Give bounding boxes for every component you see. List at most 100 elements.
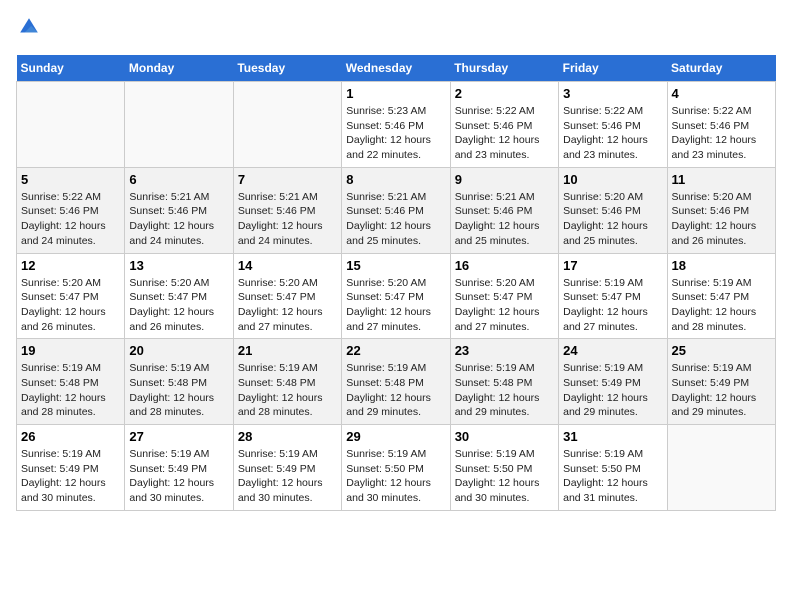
cell-info-text: Sunrise: 5:19 AM Sunset: 5:49 PM Dayligh… bbox=[129, 447, 228, 506]
cell-date-number: 3 bbox=[563, 86, 662, 101]
cell-date-number: 13 bbox=[129, 258, 228, 273]
cell-info-text: Sunrise: 5:20 AM Sunset: 5:47 PM Dayligh… bbox=[455, 276, 554, 335]
calendar-cell: 30 Sunrise: 5:19 AM Sunset: 5:50 PM Dayli… bbox=[450, 425, 558, 511]
calendar-cell: 16 Sunrise: 5:20 AM Sunset: 5:47 PM Dayli… bbox=[450, 253, 558, 339]
cell-info-text: Sunrise: 5:21 AM Sunset: 5:46 PM Dayligh… bbox=[346, 190, 445, 249]
header-day-wednesday: Wednesday bbox=[342, 55, 450, 82]
cell-date-number: 20 bbox=[129, 343, 228, 358]
calendar-cell: 9 Sunrise: 5:21 AM Sunset: 5:46 PM Daylig… bbox=[450, 167, 558, 253]
calendar-cell: 20Sunrise: 5:19 AM Sunset: 5:48 PM Dayli… bbox=[125, 339, 233, 425]
cell-info-text: Sunrise: 5:19 AM Sunset: 5:47 PM Dayligh… bbox=[563, 276, 662, 335]
cell-date-number: 27 bbox=[129, 429, 228, 444]
cell-info-text: Sunrise: 5:19 AM Sunset: 5:47 PM Dayligh… bbox=[672, 276, 771, 335]
cell-info-text: Sunrise: 5:22 AM Sunset: 5:46 PM Dayligh… bbox=[455, 104, 554, 163]
cell-date-number: 21 bbox=[238, 343, 337, 358]
calendar-cell: 15Sunrise: 5:20 AM Sunset: 5:47 PM Dayli… bbox=[342, 253, 450, 339]
cell-info-text: Sunrise: 5:19 AM Sunset: 5:48 PM Dayligh… bbox=[455, 361, 554, 420]
cell-date-number: 31 bbox=[563, 429, 662, 444]
calendar-cell: 29 Sunrise: 5:19 AM Sunset: 5:50 PM Dayli… bbox=[342, 425, 450, 511]
cell-date-number: 12 bbox=[21, 258, 120, 273]
cell-date-number: 6 bbox=[129, 172, 228, 187]
cell-date-number: 15 bbox=[346, 258, 445, 273]
cell-info-text: Sunrise: 5:20 AM Sunset: 5:47 PM Dayligh… bbox=[129, 276, 228, 335]
cell-info-text: Sunrise: 5:19 AM Sunset: 5:48 PM Dayligh… bbox=[346, 361, 445, 420]
calendar-header-row: SundayMondayTuesdayWednesdayThursdayFrid… bbox=[17, 55, 776, 82]
cell-info-text: Sunrise: 5:19 AM Sunset: 5:50 PM Dayligh… bbox=[346, 447, 445, 506]
cell-info-text: Sunrise: 5:21 AM Sunset: 5:46 PM Dayligh… bbox=[455, 190, 554, 249]
cell-info-text: Sunrise: 5:19 AM Sunset: 5:49 PM Dayligh… bbox=[21, 447, 120, 506]
cell-date-number: 19 bbox=[21, 343, 120, 358]
cell-date-number: 24 bbox=[563, 343, 662, 358]
calendar-cell: 7 Sunrise: 5:21 AM Sunset: 5:46 PM Daylig… bbox=[233, 167, 341, 253]
cell-date-number: 1 bbox=[346, 86, 445, 101]
calendar-week-5: 26 Sunrise: 5:19 AM Sunset: 5:49 PM Dayli… bbox=[17, 425, 776, 511]
cell-info-text: Sunrise: 5:23 AM Sunset: 5:46 PM Dayligh… bbox=[346, 104, 445, 163]
logo-icon bbox=[18, 16, 40, 38]
cell-info-text: Sunrise: 5:22 AM Sunset: 5:46 PM Dayligh… bbox=[21, 190, 120, 249]
cell-date-number: 18 bbox=[672, 258, 771, 273]
cell-date-number: 14 bbox=[238, 258, 337, 273]
cell-date-number: 23 bbox=[455, 343, 554, 358]
cell-info-text: Sunrise: 5:19 AM Sunset: 5:49 PM Dayligh… bbox=[563, 361, 662, 420]
header-day-thursday: Thursday bbox=[450, 55, 558, 82]
calendar-cell: 11 Sunrise: 5:20 AM Sunset: 5:46 PM Dayli… bbox=[667, 167, 775, 253]
calendar-cell: 13 Sunrise: 5:20 AM Sunset: 5:47 PM Dayli… bbox=[125, 253, 233, 339]
calendar-cell: 27 Sunrise: 5:19 AM Sunset: 5:49 PM Dayli… bbox=[125, 425, 233, 511]
calendar-cell: 14 Sunrise: 5:20 AM Sunset: 5:47 PM Dayli… bbox=[233, 253, 341, 339]
calendar-cell: 23 Sunrise: 5:19 AM Sunset: 5:48 PM Dayli… bbox=[450, 339, 558, 425]
calendar-table: SundayMondayTuesdayWednesdayThursdayFrid… bbox=[16, 55, 776, 511]
calendar-cell bbox=[233, 82, 341, 168]
cell-info-text: Sunrise: 5:20 AM Sunset: 5:47 PM Dayligh… bbox=[238, 276, 337, 335]
header-day-tuesday: Tuesday bbox=[233, 55, 341, 82]
calendar-cell: 28Sunrise: 5:19 AM Sunset: 5:49 PM Dayli… bbox=[233, 425, 341, 511]
cell-info-text: Sunrise: 5:19 AM Sunset: 5:50 PM Dayligh… bbox=[563, 447, 662, 506]
cell-date-number: 26 bbox=[21, 429, 120, 444]
cell-info-text: Sunrise: 5:19 AM Sunset: 5:50 PM Dayligh… bbox=[455, 447, 554, 506]
calendar-cell: 22Sunrise: 5:19 AM Sunset: 5:48 PM Dayli… bbox=[342, 339, 450, 425]
header-day-monday: Monday bbox=[125, 55, 233, 82]
cell-info-text: Sunrise: 5:20 AM Sunset: 5:46 PM Dayligh… bbox=[563, 190, 662, 249]
cell-date-number: 7 bbox=[238, 172, 337, 187]
calendar-week-4: 19 Sunrise: 5:19 AM Sunset: 5:48 PM Dayli… bbox=[17, 339, 776, 425]
cell-date-number: 5 bbox=[21, 172, 120, 187]
calendar-cell: 4 Sunrise: 5:22 AM Sunset: 5:46 PM Daylig… bbox=[667, 82, 775, 168]
cell-info-text: Sunrise: 5:19 AM Sunset: 5:49 PM Dayligh… bbox=[672, 361, 771, 420]
cell-date-number: 10 bbox=[563, 172, 662, 187]
calendar-cell: 2 Sunrise: 5:22 AM Sunset: 5:46 PM Daylig… bbox=[450, 82, 558, 168]
cell-info-text: Sunrise: 5:21 AM Sunset: 5:46 PM Dayligh… bbox=[238, 190, 337, 249]
calendar-cell: 12 Sunrise: 5:20 AM Sunset: 5:47 PM Dayli… bbox=[17, 253, 125, 339]
calendar-cell bbox=[667, 425, 775, 511]
cell-date-number: 2 bbox=[455, 86, 554, 101]
calendar-cell: 19Sunrise: 5:19 AM Sunset: 5:48 PM Dayli… bbox=[17, 339, 125, 425]
cell-date-number: 8 bbox=[346, 172, 445, 187]
calendar-cell: 26 Sunrise: 5:19 AM Sunset: 5:49 PM Dayli… bbox=[17, 425, 125, 511]
logo bbox=[16, 16, 40, 43]
cell-date-number: 11 bbox=[672, 172, 771, 187]
page-header bbox=[16, 16, 776, 43]
calendar-cell: 25 Sunrise: 5:19 AM Sunset: 5:49 PM Dayli… bbox=[667, 339, 775, 425]
cell-date-number: 17 bbox=[563, 258, 662, 273]
calendar-cell: 8 Sunrise: 5:21 AM Sunset: 5:46 PM Daylig… bbox=[342, 167, 450, 253]
cell-info-text: Sunrise: 5:20 AM Sunset: 5:47 PM Dayligh… bbox=[21, 276, 120, 335]
header-day-saturday: Saturday bbox=[667, 55, 775, 82]
calendar-cell: 17 Sunrise: 5:19 AM Sunset: 5:47 PM Dayli… bbox=[559, 253, 667, 339]
calendar-body: 1 Sunrise: 5:23 AM Sunset: 5:46 PM Daylig… bbox=[17, 82, 776, 511]
cell-info-text: Sunrise: 5:22 AM Sunset: 5:46 PM Dayligh… bbox=[672, 104, 771, 163]
cell-date-number: 16 bbox=[455, 258, 554, 273]
cell-info-text: Sunrise: 5:21 AM Sunset: 5:46 PM Dayligh… bbox=[129, 190, 228, 249]
calendar-cell: 10 Sunrise: 5:20 AM Sunset: 5:46 PM Dayli… bbox=[559, 167, 667, 253]
cell-info-text: Sunrise: 5:20 AM Sunset: 5:46 PM Dayligh… bbox=[672, 190, 771, 249]
cell-date-number: 25 bbox=[672, 343, 771, 358]
calendar-week-2: 5 Sunrise: 5:22 AM Sunset: 5:46 PM Daylig… bbox=[17, 167, 776, 253]
cell-info-text: Sunrise: 5:19 AM Sunset: 5:49 PM Dayligh… bbox=[238, 447, 337, 506]
calendar-cell: 24 Sunrise: 5:19 AM Sunset: 5:49 PM Dayli… bbox=[559, 339, 667, 425]
calendar-cell: 5 Sunrise: 5:22 AM Sunset: 5:46 PM Daylig… bbox=[17, 167, 125, 253]
cell-date-number: 29 bbox=[346, 429, 445, 444]
cell-date-number: 4 bbox=[672, 86, 771, 101]
calendar-cell: 18 Sunrise: 5:19 AM Sunset: 5:47 PM Dayli… bbox=[667, 253, 775, 339]
cell-date-number: 9 bbox=[455, 172, 554, 187]
cell-date-number: 30 bbox=[455, 429, 554, 444]
calendar-week-1: 1 Sunrise: 5:23 AM Sunset: 5:46 PM Daylig… bbox=[17, 82, 776, 168]
calendar-cell: 31 Sunrise: 5:19 AM Sunset: 5:50 PM Dayli… bbox=[559, 425, 667, 511]
calendar-cell: 1 Sunrise: 5:23 AM Sunset: 5:46 PM Daylig… bbox=[342, 82, 450, 168]
